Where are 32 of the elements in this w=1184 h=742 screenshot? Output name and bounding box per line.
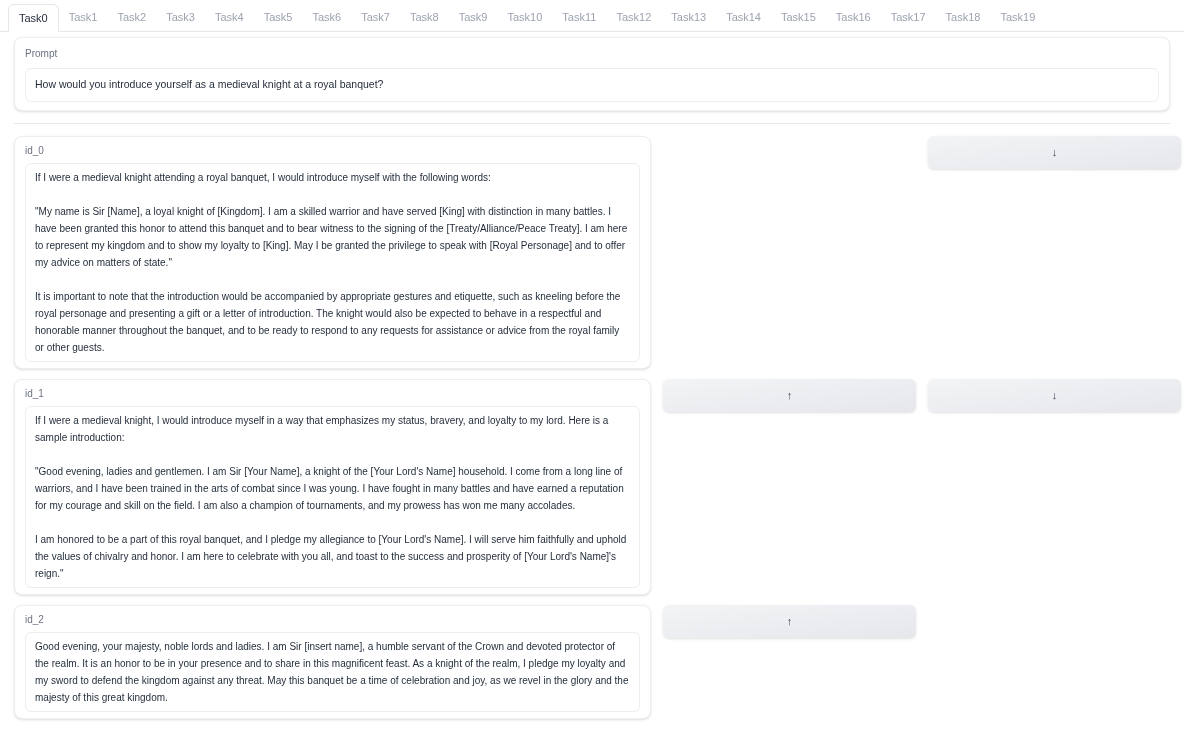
move-down-button[interactable]: ↓ xyxy=(928,135,1181,169)
task-tab[interactable]: Task3 xyxy=(156,3,205,31)
move-down-button[interactable]: ↓ xyxy=(928,378,1181,412)
task-tab[interactable]: Task19 xyxy=(990,3,1046,31)
task-tab[interactable]: Task14 xyxy=(716,3,771,31)
task-tab[interactable]: Task10 xyxy=(497,3,553,31)
response-text[interactable]: If I were a medieval knight, I would introduce myself in a way that emphasizes my status, bravery, and loyalty to my lord. Here is a sample introduction: "Good evening, ladies and gentlemen. I am Sir [Your Name], a knight of the [Your Lord's Name] household. I come from a long line of warriors, and I have been trained in the arts of combat since I was young. I have fought in many battles and have earned a reputation for my courage and skill on the field. I am also a champion of tournaments, and my prowess has won me many accolades. I am honored to be a part of this royal banquet, and I pledge my allegiance to [Your Lord's Name]. I will serve him faithfully and uphold the values of chivalry and honor. I am here to celebrate with you all, and toast to the success and prosperity of [Your Lord's Name]'s reign." xyxy=(25,405,640,588)
task-tab[interactable]: Task16 xyxy=(825,3,881,31)
task-tab[interactable]: Task18 xyxy=(935,3,991,31)
task-tab[interactable]: Task5 xyxy=(253,3,303,31)
response-text[interactable]: If I were a medieval knight attending a royal banquet, I would introduce myself with the following words: "My name is Sir [Name], a loyal knight of [Kingdom]. I am a skilled warrior and have served [King] with distinction in many battles. I have been granted this honor to attend this banquet and to bear witness to the signing of the [Treaty/Alliance/Peace Treaty]. I am here to represent my kingdom and to show my loyalty to [King]. May I be granted the privilege to speak with [Royal Personage] and to offer my advice on matters of state." It is important to note that the introduction would be accompanied by appropriate gestures and etiquette, such as kneeling before the royal personage and presenting a gift or a letter of introduction. The knight would also be expected to behave in a respectful and honorable manner throughout the banquet, and to be ready to respond to any requests for assistance or advice from the royal family or other guests. xyxy=(25,162,640,362)
task-tab[interactable]: Task2 xyxy=(107,3,157,31)
task-tab[interactable]: Task7 xyxy=(351,3,400,31)
response-text[interactable]: Good evening, your majesty, noble lords and ladies. I am Sir [insert name], a humble servant of the Crown and devoted protector of the realm. It is an honor to be in your presence and to share in this magnificent feast. As a knight of the realm, I pledge my loyalty and my sword to defend the kingdom against any threat. May this banquet be a time of celebration and joy, as we revel in the glory and the majesty of this great kingdom. xyxy=(25,631,640,712)
task-tab[interactable]: Task9 xyxy=(448,3,498,31)
prompt-label: Prompt xyxy=(25,47,59,61)
task-tab[interactable]: Task13 xyxy=(661,3,717,31)
response-label: id_0 xyxy=(25,143,45,158)
task-tab[interactable]: Task12 xyxy=(606,3,662,31)
task-tab[interactable]: Task1 xyxy=(58,3,108,31)
prompt-field[interactable]: How would you introduce yourself as a medieval knight at a royal banquet? xyxy=(25,68,1159,102)
move-up-button[interactable]: ↑ xyxy=(663,378,916,412)
task-tab[interactable]: Task6 xyxy=(302,3,352,31)
task-tab[interactable]: Task0 xyxy=(8,4,59,32)
response-label: id_2 xyxy=(25,612,45,627)
move-up-button[interactable]: ↑ xyxy=(663,604,916,638)
task-tab[interactable]: Task4 xyxy=(205,3,254,31)
task-tab[interactable]: Task15 xyxy=(771,3,826,31)
task-tab[interactable]: Task11 xyxy=(552,3,607,31)
response-label: id_1 xyxy=(25,386,45,401)
task-tab[interactable]: Task8 xyxy=(400,3,449,31)
task-tab[interactable]: Task17 xyxy=(880,3,936,31)
